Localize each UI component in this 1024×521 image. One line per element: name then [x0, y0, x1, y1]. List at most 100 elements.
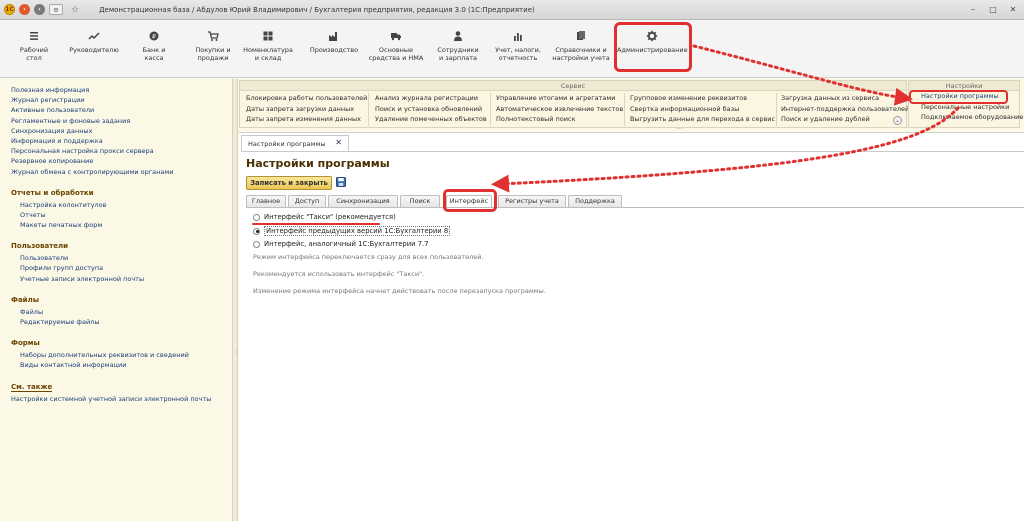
service-item[interactable]: Загрузка данных из сервиса — [781, 93, 909, 104]
taxi-underline — [252, 223, 380, 225]
save-disk-icon[interactable] — [336, 177, 346, 187]
service-item[interactable]: Интернет-поддержка пользователей — [781, 104, 909, 115]
service-item[interactable]: Поиск и удаление дублей — [781, 114, 909, 125]
forward-icon[interactable]: › — [34, 4, 45, 15]
nav-group-title: Отчеты и обработки — [11, 188, 94, 197]
service-column: Загрузка данных из сервиса Интернет-подд… — [781, 93, 909, 125]
panel-splitter[interactable]: ⋮ — [232, 79, 240, 521]
tab-registers[interactable]: Регистры учета — [498, 195, 566, 207]
nav-item[interactable]: Виды контактной информации — [11, 360, 232, 370]
close-icon[interactable]: ✕ — [1006, 3, 1020, 15]
books-icon — [548, 26, 614, 46]
nav-item[interactable]: Резервное копирование — [11, 156, 232, 166]
service-item[interactable]: Групповое изменение реквизитов — [630, 93, 775, 104]
service-item[interactable]: Поиск и установка обновлений — [375, 104, 487, 115]
grid-icon — [236, 26, 300, 46]
truck-icon — [364, 26, 428, 46]
close-tab-icon[interactable]: ✕ — [335, 138, 342, 147]
favorites-star-icon[interactable]: ☆ — [71, 5, 79, 15]
tab-sync[interactable]: Синхронизация — [328, 195, 398, 207]
nav-item[interactable]: Синхронизация данных — [11, 126, 232, 136]
section-desktop[interactable]: Рабочий стол — [2, 26, 66, 62]
tab-support[interactable]: Поддержка — [568, 195, 622, 207]
section-assets[interactable]: Основные средства и НМА — [364, 26, 428, 62]
save-and-close-button[interactable]: Записать и закрыть — [246, 176, 332, 190]
tab-search[interactable]: Поиск — [400, 195, 440, 207]
service-item[interactable]: Анализ журнала регистрации — [375, 93, 487, 104]
interface-tab-highlight — [443, 189, 497, 212]
open-form-tab[interactable]: Настройки программы ✕ — [241, 135, 349, 151]
section-label: касса — [144, 54, 164, 62]
service-item[interactable]: Полнотекстовый поиск — [496, 114, 623, 125]
minimize-icon[interactable]: – — [966, 3, 980, 15]
radio-previous-versions[interactable]: Интерфейс предыдущих версий 1С:Бухгалтер… — [253, 226, 451, 236]
radio-77[interactable]: Интерфейс, аналогичный 1С:Бухгалтерии 7.… — [253, 239, 429, 249]
nav-item[interactable]: Редактируемые файлы — [11, 317, 232, 327]
section-directories[interactable]: Справочники и настройки учета — [548, 26, 614, 62]
back-icon[interactable]: ‹ — [19, 4, 30, 15]
section-label: средства и НМА — [368, 54, 424, 62]
service-item[interactable]: Автоматическое извлечение текстов — [496, 104, 623, 115]
section-bank[interactable]: ₽ Банк и касса — [122, 26, 186, 62]
nav-item[interactable]: Информация и поддержка — [11, 136, 232, 146]
nav-group-title: Пользователи — [11, 242, 69, 251]
service-item[interactable]: Выгрузить данные для перехода в сервис — [630, 114, 775, 125]
nav-item[interactable]: Файлы — [11, 307, 232, 317]
section-label: Рабочий — [19, 46, 49, 54]
service-column: Групповое изменение реквизитов Свертка и… — [630, 93, 775, 125]
section-label: Номенклатура — [243, 46, 293, 54]
nav-item[interactable]: Учетные записи электронной почты — [11, 274, 232, 284]
section-label: и склад — [254, 54, 282, 62]
service-item[interactable]: Даты запрета загрузки данных — [246, 104, 367, 115]
title-bar: 1С ‹ › ≡ ☆ Демонстрационная база / Абдул… — [0, 0, 1024, 20]
section-label: Банк и — [142, 46, 166, 54]
radio-label: Интерфейс "Такси" (рекомендуется) — [264, 213, 396, 221]
radio-button[interactable] — [253, 213, 260, 221]
section-production[interactable]: Производство — [302, 26, 366, 54]
nav-item[interactable]: Отчеты — [11, 210, 232, 220]
maximize-icon[interactable]: □ — [986, 3, 1000, 15]
section-label: Производство — [309, 46, 359, 54]
nav-item[interactable]: Профили групп доступа — [11, 263, 232, 273]
nav-item[interactable]: Персональная настройка прокси сервера — [11, 146, 232, 156]
app-logo-icon[interactable]: 1С — [4, 4, 15, 15]
administration-highlight — [614, 22, 692, 72]
service-item[interactable]: Удаление помеченных объектов — [375, 114, 487, 125]
service-item[interactable]: Свертка информационной базы — [630, 104, 775, 115]
coin-icon: ₽ — [122, 26, 186, 46]
section-employees[interactable]: Сотрудники и зарплата — [426, 26, 490, 62]
service-panel: Сервис Блокировка работы пользователей Д… — [239, 80, 909, 128]
tab-access[interactable]: Доступ — [288, 195, 326, 207]
nav-item[interactable]: Пользователи — [11, 253, 232, 263]
section-label: стол — [26, 54, 42, 62]
scroll-down-icon[interactable]: ⌄ — [893, 116, 902, 125]
radio-button-checked[interactable] — [253, 227, 260, 235]
section-nomenclature[interactable]: Номенклатура и склад — [236, 26, 300, 62]
section-label: Сотрудники — [437, 46, 479, 54]
see-also-title: См. также — [11, 380, 232, 394]
service-item[interactable]: Блокировка работы пользователей — [246, 93, 367, 104]
factory-icon — [302, 26, 366, 46]
nav-item[interactable]: Наборы дополнительных реквизитов и сведе… — [11, 350, 232, 360]
section-management[interactable]: Руководителю — [62, 26, 126, 54]
nav-item[interactable]: Журнал регистрации — [11, 95, 232, 105]
radio-button[interactable] — [253, 240, 260, 248]
nav-item[interactable]: Активные пользователи — [11, 105, 232, 115]
nav-item[interactable]: Настройки системной учетной записи элект… — [11, 394, 232, 404]
main-menu-icon[interactable]: ≡ — [49, 4, 63, 15]
section-label: настройки учета — [552, 54, 610, 62]
nav-item[interactable]: Регламентные и фоновые задания — [11, 116, 232, 126]
content-area — [239, 132, 1024, 521]
section-label: отчетность — [498, 54, 538, 62]
service-item[interactable]: Даты запрета изменения данных — [246, 114, 367, 125]
tab-main[interactable]: Главное — [246, 195, 286, 207]
nav-item[interactable]: Полезная информация — [11, 85, 232, 95]
nav-item[interactable]: Настройка колонтитулов — [11, 200, 232, 210]
service-item[interactable]: Управление итогами и агрегатами — [496, 93, 623, 104]
nav-item[interactable]: Журнал обмена с контролирующими органами — [11, 167, 232, 177]
section-taxes[interactable]: Учет, налоги, отчетность — [486, 26, 550, 62]
info-text: Изменение режима интерфейса начнет дейст… — [253, 287, 546, 295]
radio-taxi[interactable]: Интерфейс "Такси" (рекомендуется) — [253, 212, 396, 222]
settings-item-equipment[interactable]: Подключаемое оборудование — [909, 112, 1023, 123]
nav-item[interactable]: Макеты печатных форм — [11, 220, 232, 230]
